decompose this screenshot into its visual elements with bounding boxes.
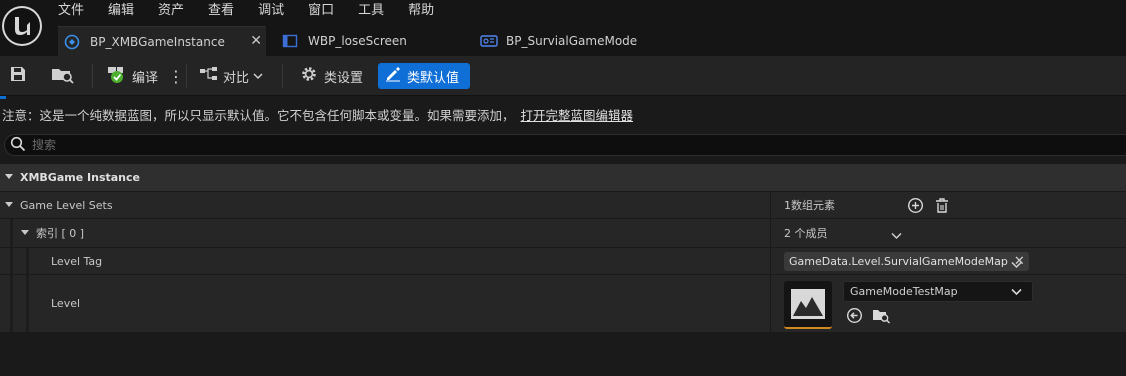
widget-blueprint-icon xyxy=(282,33,298,49)
column-divider xyxy=(770,248,771,274)
class-settings-label: 类设置 xyxy=(324,70,364,86)
compile-check-icon xyxy=(106,64,128,88)
menu-view[interactable]: 查看 xyxy=(208,0,234,22)
details-empty-area xyxy=(0,332,1126,376)
indent-guide xyxy=(10,275,13,332)
indent-guide xyxy=(10,219,13,247)
collapse-caret-icon[interactable] xyxy=(4,199,14,212)
data-only-notice: 注意：这是一个纯数据蓝图，所以只显示默认值。它不包含任何脚本或变量。如果需要添加… xyxy=(0,96,1126,130)
indent-guide xyxy=(26,275,29,332)
toolbar-divider xyxy=(186,64,187,88)
column-divider xyxy=(770,219,771,247)
browse-button[interactable] xyxy=(50,56,76,96)
member-count: 2 个成员 xyxy=(784,227,828,240)
diff-label: 对比 xyxy=(223,70,250,86)
column-divider xyxy=(770,275,771,332)
use-selected-arrow-icon[interactable] xyxy=(846,307,863,327)
compile-label: 编译 xyxy=(132,70,159,86)
compile-button[interactable]: 编译 xyxy=(106,56,158,96)
tab-bp-xmbgameinstance[interactable]: BP_XMBGameInstance ✕ xyxy=(58,26,266,56)
menu-asset[interactable]: 资产 xyxy=(158,0,184,22)
edit-pencil-icon xyxy=(384,66,402,86)
property-row-level: Level GameModeTestMap xyxy=(0,274,1126,332)
chevron-down-icon[interactable] xyxy=(1011,258,1022,272)
menu-bar: 文件 编辑 资产 查看 调试 窗口 工具 帮助 xyxy=(58,0,458,22)
tab-label: BP_SurvialGameMode xyxy=(506,34,638,48)
search-icon xyxy=(10,136,26,155)
level-thumbnail-icon[interactable] xyxy=(784,281,832,329)
collapse-caret-icon[interactable] xyxy=(20,227,30,240)
document-tabs: BP_XMBGameInstance ✕ WBP_loseScreen BP_S… xyxy=(58,26,645,56)
add-element-icon[interactable] xyxy=(907,197,924,217)
unreal-logo-icon[interactable] xyxy=(2,6,42,46)
delete-icon[interactable] xyxy=(934,197,950,217)
chevron-down-icon xyxy=(1011,286,1022,299)
property-name: Level xyxy=(51,297,81,310)
property-name: Game Level Sets xyxy=(20,198,113,212)
property-row-game-level-sets: Game Level Sets 1数组元素 xyxy=(0,191,1126,218)
browse-folder-icon[interactable] xyxy=(872,307,891,327)
accent-marker xyxy=(0,96,6,99)
tab-label: BP_XMBGameInstance xyxy=(90,34,225,49)
menu-debug[interactable]: 调试 xyxy=(258,0,284,22)
tab-bp-survialgamemode[interactable]: BP_SurvialGameMode xyxy=(478,26,645,56)
details-search xyxy=(4,134,1126,156)
property-name: Level Tag xyxy=(51,254,103,268)
save-button[interactable] xyxy=(8,56,28,96)
menu-help[interactable]: 帮助 xyxy=(408,0,434,22)
collapse-caret-icon[interactable] xyxy=(4,171,14,184)
search-input[interactable] xyxy=(32,138,432,152)
section-title: XMBGame Instance xyxy=(20,171,140,184)
asset-name: GameModeTestMap xyxy=(850,285,958,298)
property-row-level-tag: Level Tag GameData.Level.SurvialGameMode… xyxy=(0,247,1126,274)
menu-edit[interactable]: 编辑 xyxy=(108,0,134,22)
class-settings-button[interactable]: 类设置 xyxy=(300,56,363,96)
tag-value: GameData.Level.SurvialGameModeMap xyxy=(789,255,1008,268)
chevron-down-icon[interactable] xyxy=(891,229,902,243)
tab-label: WBP_loseScreen xyxy=(308,34,407,48)
property-row-index-0: 索引 [ 0 ] 2 个成员 xyxy=(0,218,1126,247)
notice-text: 注意：这是一个纯数据蓝图，所以只显示默认值。它不包含任何脚本或变量。如果需要添加… xyxy=(2,108,515,123)
asset-picker-combo[interactable]: GameModeTestMap xyxy=(843,281,1033,302)
diff-button[interactable]: 对比 xyxy=(198,56,263,96)
title-bar: 文件 编辑 资产 查看 调试 窗口 工具 帮助 BP_XMBGameInstan… xyxy=(0,0,1126,56)
gameplay-tag-chip[interactable]: GameData.Level.SurvialGameModeMap ✕ xyxy=(784,252,1029,271)
tab-wbp-losescreen[interactable]: WBP_loseScreen xyxy=(266,26,478,56)
toolbar-divider xyxy=(282,64,283,88)
property-name: 索引 [ 0 ] xyxy=(36,227,85,240)
browse-icon xyxy=(50,64,76,88)
close-icon[interactable]: ✕ xyxy=(250,34,262,48)
array-count: 1数组元素 xyxy=(784,199,835,212)
blueprint-icon xyxy=(64,34,80,50)
gamemode-blueprint-icon xyxy=(480,33,498,49)
open-full-editor-link[interactable]: 打开完整蓝图编辑器 xyxy=(521,108,634,123)
indent-guide xyxy=(26,248,29,274)
diff-icon xyxy=(198,64,220,88)
class-defaults-label: 类默认值 xyxy=(407,70,460,86)
menu-tools[interactable]: 工具 xyxy=(358,0,384,22)
column-divider xyxy=(770,192,771,218)
more-icon[interactable]: ⋮ xyxy=(168,56,184,96)
menu-file[interactable]: 文件 xyxy=(58,0,84,22)
chevron-down-icon xyxy=(253,69,263,84)
class-defaults-button[interactable]: 类默认值 xyxy=(378,63,470,89)
section-header-xmbgame-instance[interactable]: XMBGame Instance xyxy=(0,164,1126,191)
save-icon xyxy=(8,64,28,88)
toolbar: 编译 ⋮ 对比 类设置 类默认值 xyxy=(0,56,1126,96)
toolbar-divider xyxy=(92,64,93,88)
gear-icon xyxy=(300,65,318,87)
menu-window[interactable]: 窗口 xyxy=(308,0,334,22)
indent-guide xyxy=(10,248,13,274)
